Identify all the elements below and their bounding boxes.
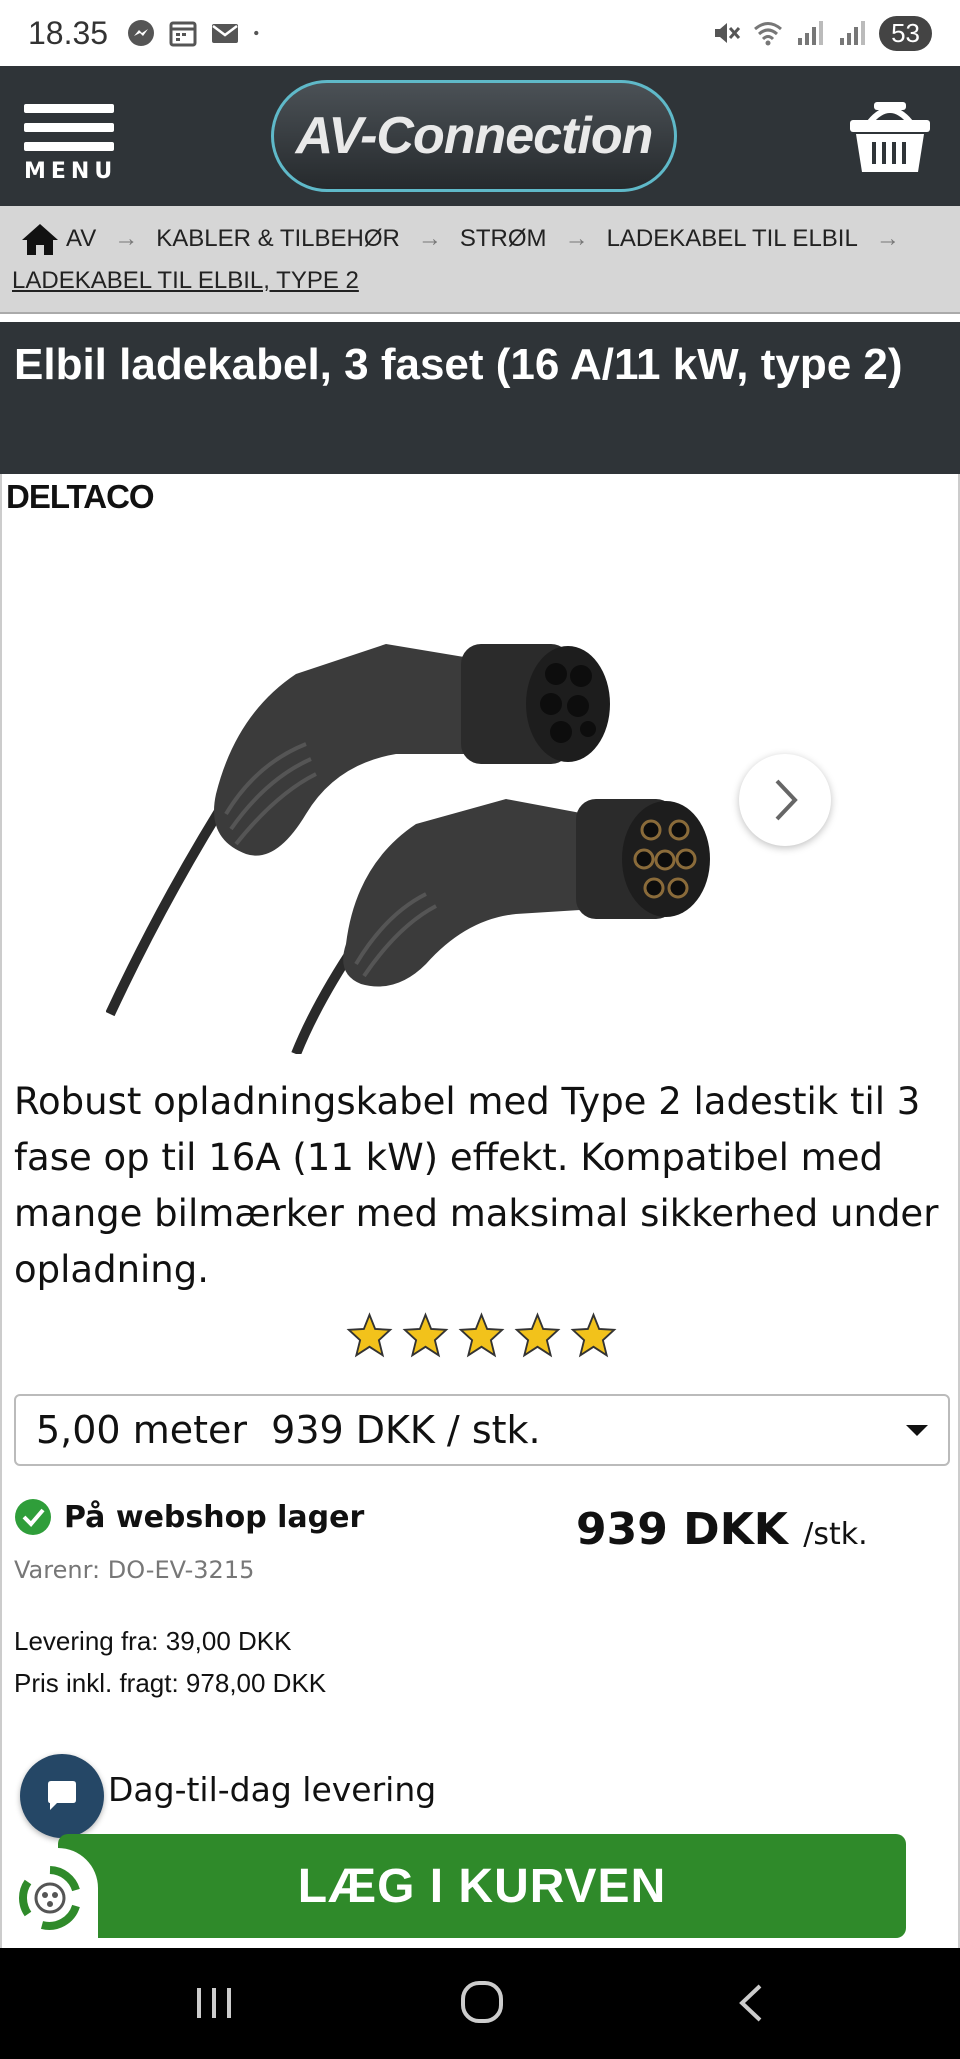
wifi-icon — [754, 22, 783, 46]
signal-icon — [840, 21, 866, 45]
stock-status-label: På webshop lager — [64, 1499, 365, 1535]
sku-number: Varenr: DO-EV-3215 — [14, 1556, 255, 1584]
calendar-icon — [169, 21, 197, 47]
breadcrumb-row: AV → KABLER & TILBEHØR → STRØM → LADEKAB… — [12, 218, 948, 260]
home-button-icon[interactable] — [453, 1978, 513, 2028]
breadcrumb-current[interactable]: LADEKABEL TIL ELBIL, TYPE 2 — [12, 267, 359, 295]
status-time: 18.35 — [28, 14, 109, 51]
mail-icon — [212, 24, 239, 43]
breadcrumb-arrow: → — [875, 225, 900, 252]
menu-button[interactable]: MENU — [24, 104, 116, 184]
star-icon — [402, 1312, 449, 1358]
breadcrumb-item-av[interactable]: AV — [66, 225, 96, 253]
breadcrumb-arrow: → — [564, 225, 589, 252]
dot-icon — [254, 30, 259, 36]
brand-logo: DELTACO — [6, 478, 155, 515]
signal-icon — [798, 21, 824, 45]
site-header: MENU AV-Connection — [0, 66, 960, 206]
product-image[interactable] — [106, 564, 756, 1054]
product-price: 939 DKK /stk. — [576, 1504, 868, 1555]
breadcrumb: AV → KABLER & TILBEHØR → STRØM → LADEKAB… — [0, 206, 960, 314]
price-value: 939 DKK — [576, 1504, 788, 1555]
basket-icon[interactable] — [848, 96, 932, 176]
price-incl-freight: Pris inkl. fragt: 978,00 DKK — [14, 1668, 327, 1698]
caret-down-icon — [906, 1424, 928, 1436]
breadcrumb-item-strom[interactable]: STRØM — [460, 225, 547, 253]
rating-stars — [346, 1312, 617, 1359]
back-icon[interactable] — [722, 1978, 782, 2028]
variant-selected-value: 5,00 meter 939 DKK / stk. — [36, 1408, 541, 1452]
menu-label: MENU — [24, 159, 118, 184]
messenger-icon — [128, 20, 155, 46]
recent-apps-icon[interactable] — [185, 1978, 245, 2028]
product-description: Robust opladningskabel med Type 2 ladest… — [14, 1080, 939, 1291]
hamburger-icon — [24, 104, 116, 151]
mute-icon — [715, 23, 741, 43]
star-icon — [514, 1312, 561, 1358]
chevron-right-icon — [775, 779, 798, 821]
add-to-cart-button[interactable]: LÆG I KURVEN — [58, 1834, 906, 1938]
product-title-bar: Elbil ladekabel, 3 faset (16 A/11 kW, ty… — [0, 322, 960, 474]
star-icon — [570, 1312, 617, 1358]
breadcrumb-arrow: → — [417, 225, 442, 252]
eco-badge[interactable] — [2, 1848, 98, 1948]
variant-select[interactable]: 5,00 meter 939 DKK / stk. — [14, 1394, 950, 1466]
price-unit: /stk. — [803, 1517, 868, 1552]
star-icon — [458, 1312, 505, 1358]
recycle-icon — [18, 1866, 80, 1930]
breadcrumb-item-ladekabel[interactable]: LADEKABEL TIL ELBIL — [607, 225, 858, 253]
stock-status: På webshop lager — [14, 1498, 364, 1536]
status-bar: 18.35 53 — [0, 0, 960, 66]
delivery-from: Levering fra: 39,00 DKK — [14, 1626, 292, 1656]
system-icons: 53 — [711, 15, 932, 51]
notification-icons — [126, 18, 268, 48]
site-logo[interactable]: AV-Connection — [271, 80, 677, 192]
image-next-button[interactable] — [739, 754, 831, 846]
chat-icon — [48, 1781, 76, 1810]
system-nav-bar — [0, 1948, 960, 2059]
product-content: DELTACO Robust opladningskabel med Type … — [0, 474, 960, 1948]
breadcrumb-item-kabler[interactable]: KABLER & TILBEHØR — [156, 225, 400, 253]
logo-text: AV-Connection — [295, 107, 654, 165]
delivery-info: Levering fra: 39,00 DKK Pris inkl. fragt… — [14, 1620, 326, 1704]
next-day-delivery: Dag-til-dag levering — [108, 1770, 437, 1809]
breadcrumb-row: LADEKABEL TIL ELBIL, TYPE 2 — [12, 260, 948, 302]
home-icon[interactable] — [20, 221, 60, 257]
battery-indicator: 53 — [879, 15, 932, 51]
check-circle-icon — [15, 1499, 51, 1535]
star-icon — [346, 1312, 393, 1358]
product-title: Elbil ladekabel, 3 faset (16 A/11 kW, ty… — [14, 340, 903, 389]
breadcrumb-arrow: → — [114, 225, 139, 252]
chat-button[interactable] — [20, 1754, 104, 1838]
